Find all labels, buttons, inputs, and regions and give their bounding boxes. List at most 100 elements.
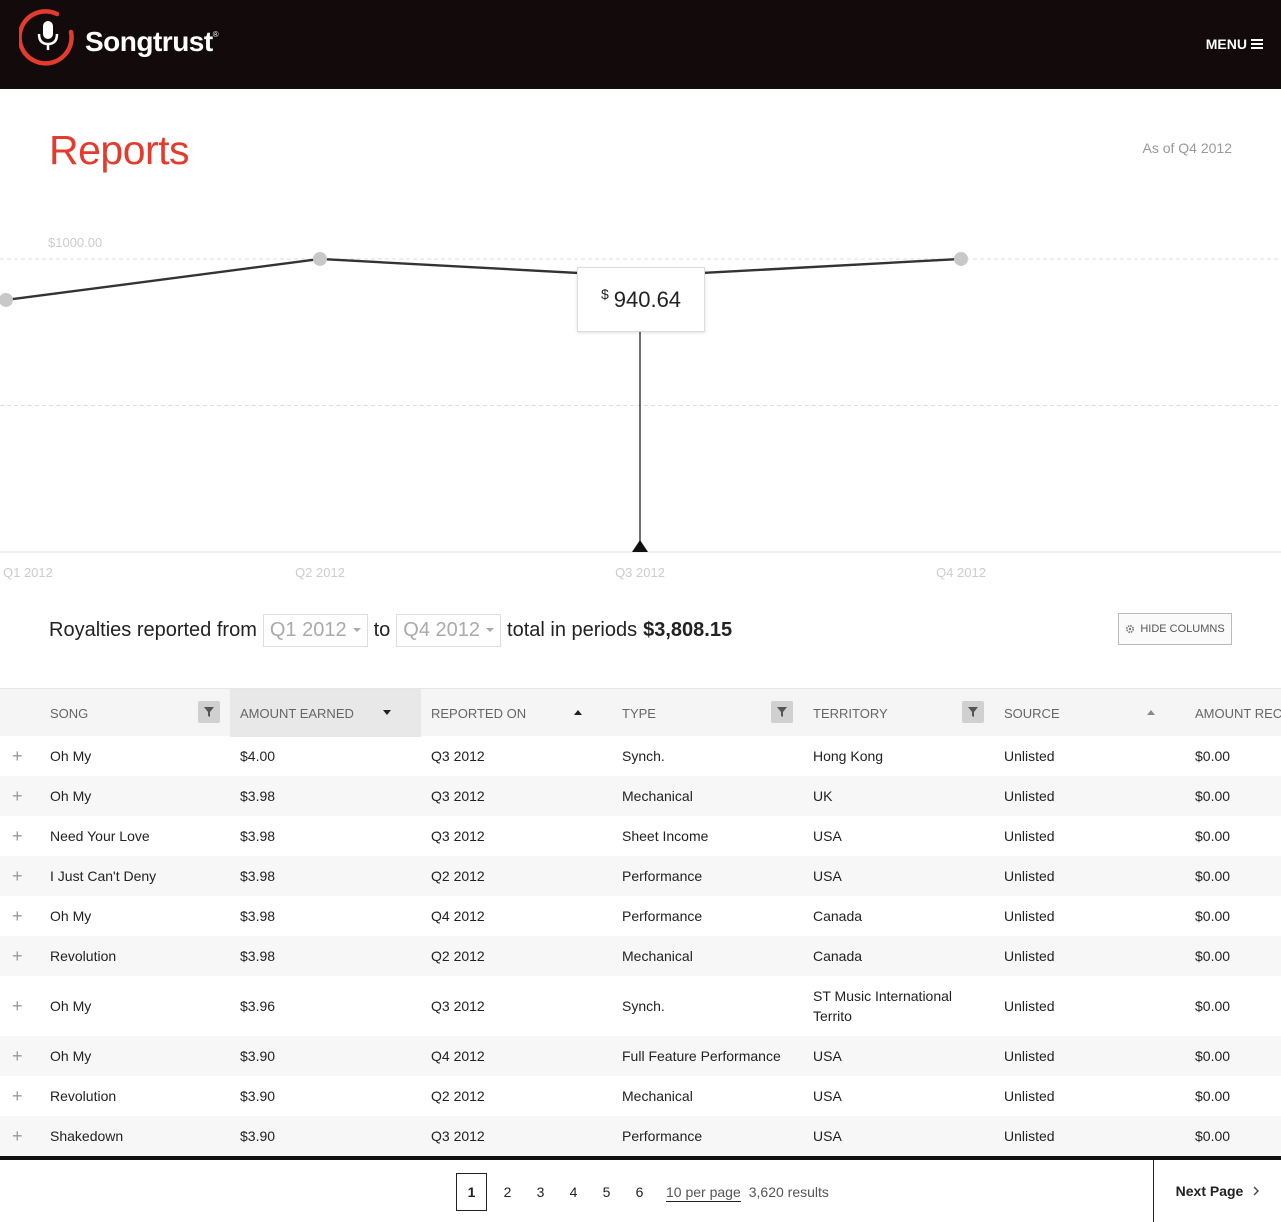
column-header-type[interactable]: TYPE <box>612 689 803 737</box>
cell-reported-on: Q3 2012 <box>431 828 485 844</box>
top-nav-bar: Songtrust® MENU <box>0 0 1281 89</box>
page-3-link[interactable]: 3 <box>524 1173 557 1211</box>
cell-amount-received: $0.00 <box>1195 908 1231 924</box>
hamburger-icon <box>1251 39 1263 49</box>
plus-icon[interactable]: + <box>12 736 23 776</box>
table-row[interactable]: + Oh My $3.90 Q4 2012 Full Feature Performan… <box>0 1036 1281 1076</box>
table-row[interactable]: + Need Your Love $3.98 Q3 2012 Sheet Income U… <box>0 816 1281 856</box>
next-page-button[interactable]: Next Page <box>1153 1160 1281 1222</box>
page-2-link[interactable]: 2 <box>491 1173 524 1211</box>
cell-reported-on: Q3 2012 <box>431 998 485 1014</box>
column-header-amount-received[interactable]: AMOUNT RECEIVED <box>1185 689 1281 737</box>
table-row[interactable]: + Revolution $3.90 Q2 2012 Mechanical USA Unli… <box>0 1076 1281 1116</box>
plus-icon[interactable]: + <box>12 776 23 816</box>
cell-source: Unlisted <box>1004 998 1055 1014</box>
sort-asc-icon[interactable] <box>1147 710 1155 715</box>
cell-type: Synch. <box>622 998 665 1014</box>
chevron-right-icon <box>1253 1186 1260 1196</box>
cell-song: Revolution <box>50 1088 117 1104</box>
table-row[interactable]: + Shakedown $3.90 Q3 2012 Performance USA Unli… <box>0 1116 1281 1156</box>
plus-icon[interactable]: + <box>12 1036 23 1076</box>
table-row[interactable]: + I Just Can't Deny $3.98 Q2 2012 Performanc… <box>0 856 1281 896</box>
cell-song: Need Your Love <box>50 828 150 844</box>
plus-icon[interactable]: + <box>12 896 23 936</box>
table-header: SONG AMOUNT EARNED REPORTED ON TYPE TERRITOR… <box>0 688 1281 737</box>
plus-icon[interactable]: + <box>12 936 23 976</box>
cell-amount-earned: $3.98 <box>240 908 276 924</box>
plus-icon[interactable]: + <box>12 1116 23 1156</box>
caret-down-icon <box>486 628 495 632</box>
page-5-link[interactable]: 5 <box>590 1173 623 1211</box>
cell-amount-received: $0.00 <box>1195 1128 1231 1144</box>
plus-icon[interactable]: + <box>12 1076 23 1116</box>
cell-type: Mechanical <box>622 788 693 804</box>
table-row[interactable]: + Revolution $3.98 Q2 2012 Mechanical Canada U… <box>0 936 1281 976</box>
per-page-select[interactable]: 10 per page <box>666 1183 741 1202</box>
results-count: 3,620 results <box>748 1184 829 1200</box>
plus-icon[interactable]: + <box>12 976 23 1036</box>
summary-total-value: $3,808.15 <box>643 618 733 641</box>
cell-reported-on: Q3 2012 <box>431 788 485 804</box>
page-6-link[interactable]: 6 <box>623 1173 656 1211</box>
cell-source: Unlisted <box>1004 788 1055 804</box>
cell-type: Performance <box>622 868 703 884</box>
cell-amount-received: $0.00 <box>1195 868 1231 884</box>
table-row[interactable]: + Oh My $3.96 Q3 2012 Synch. ST Music Interna… <box>0 976 1281 1036</box>
page-1-link[interactable]: 1 <box>456 1173 487 1211</box>
column-header-territory[interactable]: TERRITORY <box>803 689 994 737</box>
cell-amount-earned: $3.98 <box>240 948 276 964</box>
cell-source: Unlisted <box>1004 748 1055 764</box>
chart-tooltip: $ 940.64 <box>577 267 705 332</box>
page-title: Reports <box>49 127 190 173</box>
period-from-select[interactable]: Q1 2012 <box>262 613 368 647</box>
cell-source: Unlisted <box>1004 1128 1055 1144</box>
cell-reported-on: Q3 2012 <box>431 748 485 764</box>
table-body: + Oh My $4.00 Q3 2012 Synch. Hong Kong Unliste… <box>0 736 1281 1156</box>
brand-name[interactable]: Songtrust® <box>85 26 219 58</box>
table-row[interactable]: + Oh My $3.98 Q3 2012 Mechanical UK Unlisted $0… <box>0 776 1281 816</box>
cell-territory: USA <box>813 868 842 884</box>
cell-territory: USA <box>813 828 842 844</box>
cell-song: Revolution <box>50 948 117 964</box>
page-4-link[interactable]: 4 <box>557 1173 590 1211</box>
filter-icon[interactable] <box>962 701 984 723</box>
cell-amount-earned: $3.96 <box>240 998 276 1014</box>
cell-amount-received: $0.00 <box>1195 788 1231 804</box>
summary-total-label: total in periods <box>507 618 638 641</box>
filter-icon[interactable] <box>198 701 220 723</box>
royalties-table: SONG AMOUNT EARNED REPORTED ON TYPE TERRITOR… <box>0 688 1281 1156</box>
column-header-label: TERRITORY <box>813 705 888 721</box>
chart-highlight-marker <box>632 540 648 552</box>
cell-amount-earned: $3.98 <box>240 828 276 844</box>
column-header-amount-earned[interactable]: AMOUNT EARNED <box>230 689 421 737</box>
table-row[interactable]: + Oh My $4.00 Q3 2012 Synch. Hong Kong Unliste… <box>0 736 1281 776</box>
cell-territory: USA <box>813 1128 842 1144</box>
menu-button[interactable]: MENU <box>1206 36 1263 52</box>
cell-reported-on: Q2 2012 <box>431 1088 485 1104</box>
sort-desc-icon[interactable] <box>383 710 391 715</box>
column-header-label: AMOUNT EARNED <box>240 705 354 721</box>
cell-amount-earned: $3.98 <box>240 868 276 884</box>
cell-source: Unlisted <box>1004 1048 1055 1064</box>
column-header-reported-on[interactable]: REPORTED ON <box>421 689 612 737</box>
column-header-label: AMOUNT RECEIVED <box>1195 705 1281 721</box>
hide-columns-button[interactable]: HIDE COLUMNS <box>1118 613 1232 645</box>
cell-source: Unlisted <box>1004 868 1055 884</box>
period-to-select[interactable]: Q4 2012 <box>396 613 502 647</box>
column-header-song[interactable]: SONG <box>40 689 230 737</box>
plus-icon[interactable]: + <box>12 856 23 896</box>
microphone-icon[interactable] <box>19 8 77 66</box>
cell-amount-earned: $3.90 <box>240 1048 276 1064</box>
period-from-value: Q1 2012 <box>269 618 347 641</box>
sort-asc-icon[interactable] <box>574 710 582 715</box>
tooltip-currency: $ <box>600 285 609 302</box>
plus-icon[interactable]: + <box>12 816 23 856</box>
gear-icon <box>1126 624 1135 634</box>
filter-icon[interactable] <box>771 701 793 723</box>
column-header-source[interactable]: SOURCE <box>994 689 1185 737</box>
summary-connector: to <box>373 618 391 641</box>
table-row[interactable]: + Oh My $3.98 Q4 2012 Performance Canada Unlis… <box>0 896 1281 936</box>
cell-source: Unlisted <box>1004 948 1055 964</box>
chart-x-tick-label: Q1 2012 <box>3 565 53 580</box>
cell-amount-earned: $3.98 <box>240 788 276 804</box>
